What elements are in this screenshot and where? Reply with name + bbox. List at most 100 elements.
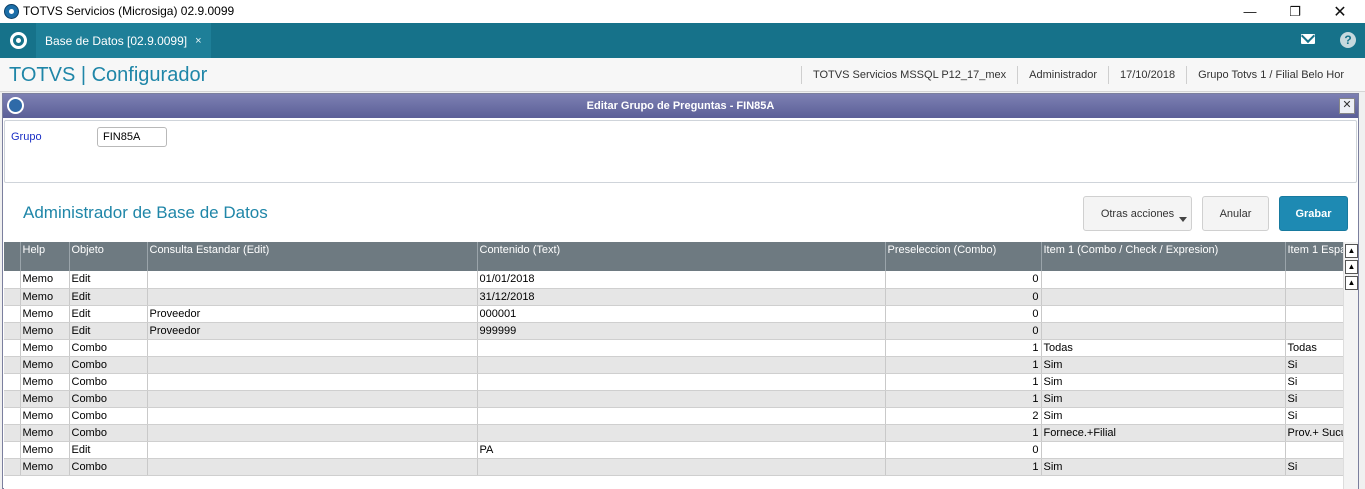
table-row[interactable]: Memo Edit PA 0 (4, 441, 1343, 459)
table-row[interactable]: Memo Combo 1 Todas Todas (4, 339, 1343, 357)
table-row[interactable]: Memo Combo 1 Sim Si (4, 458, 1343, 476)
table-row[interactable]: Memo Combo 1 Sim Si (4, 373, 1343, 391)
table-cell[interactable]: Combo (69, 407, 148, 425)
table-cell[interactable] (1285, 288, 1343, 306)
scroll-page-up-icon[interactable]: ▲ (1345, 260, 1358, 274)
table-cell[interactable] (1041, 271, 1286, 289)
table-row[interactable]: Memo Combo 1 Sim Si (4, 390, 1343, 408)
table-cell[interactable] (147, 458, 478, 476)
table-cell[interactable] (147, 373, 478, 391)
table-cell[interactable]: Si (1285, 390, 1343, 408)
scroll-top-icon[interactable]: ▲ (1345, 244, 1358, 258)
table-cell[interactable] (477, 390, 886, 408)
table-cell[interactable]: Sim (1041, 373, 1286, 391)
table-cell[interactable]: Memo (20, 271, 70, 289)
window-close-button[interactable]: ✕ (1317, 0, 1363, 23)
table-cell[interactable]: Si (1285, 373, 1343, 391)
table-cell[interactable]: 1 (885, 424, 1042, 442)
table-row[interactable]: Memo Edit 01/01/2018 0 (4, 271, 1343, 289)
otras-acciones-button[interactable]: Otras acciones (1083, 196, 1192, 231)
table-cell[interactable]: 1 (885, 356, 1042, 374)
totvs-logo-icon[interactable] (10, 32, 27, 49)
table-cell[interactable]: 0 (885, 441, 1042, 459)
column-header[interactable]: Preseleccion (Combo) (885, 242, 1042, 271)
column-header[interactable]: Objeto (69, 242, 148, 271)
table-row[interactable]: Memo Edit Proveedor 999999 0 (4, 322, 1343, 340)
table-cell[interactable]: 2 (885, 407, 1042, 425)
table-cell[interactable]: Combo (69, 356, 148, 374)
row-selector[interactable] (4, 441, 21, 459)
table-cell[interactable]: Combo (69, 458, 148, 476)
table-cell[interactable]: Memo (20, 288, 70, 306)
table-cell[interactable]: 0 (885, 271, 1042, 289)
table-row[interactable]: Memo Combo 2 Sim Si (4, 407, 1343, 425)
table-row[interactable]: Memo Edit Proveedor 000001 0 (4, 305, 1343, 323)
column-header[interactable]: Consulta Estandar (Edit) (147, 242, 478, 271)
table-cell[interactable]: Prov.+ Sucu (1285, 424, 1343, 442)
table-cell[interactable]: 999999 (477, 322, 886, 340)
table-cell[interactable]: Combo (69, 373, 148, 391)
table-cell[interactable]: Memo (20, 322, 70, 340)
row-selector[interactable] (4, 322, 21, 340)
table-row[interactable]: Memo Combo 1 Sim Si (4, 356, 1343, 374)
table-cell[interactable] (477, 339, 886, 357)
table-cell[interactable]: Sim (1041, 356, 1286, 374)
anular-button[interactable]: Anular (1202, 196, 1269, 231)
table-cell[interactable] (1041, 305, 1286, 323)
table-cell[interactable] (477, 373, 886, 391)
table-cell[interactable]: Memo (20, 407, 70, 425)
table-cell[interactable] (147, 339, 478, 357)
table-cell[interactable] (477, 424, 886, 442)
table-cell[interactable]: PA (477, 441, 886, 459)
table-cell[interactable]: Edit (69, 441, 148, 459)
row-selector[interactable] (4, 271, 21, 289)
table-cell[interactable]: 000001 (477, 305, 886, 323)
table-cell[interactable] (477, 458, 886, 476)
row-selector[interactable] (4, 390, 21, 408)
table-cell[interactable] (147, 390, 478, 408)
table-cell[interactable]: 1 (885, 458, 1042, 476)
grupo-field[interactable]: FIN85A (97, 127, 167, 147)
table-cell[interactable] (147, 407, 478, 425)
table-cell[interactable]: Todas (1041, 339, 1286, 357)
table-row[interactable]: Memo Edit 31/12/2018 0 (4, 288, 1343, 306)
table-cell[interactable]: Sim (1041, 390, 1286, 408)
row-selector[interactable] (4, 373, 21, 391)
row-selector[interactable] (4, 356, 21, 374)
scroll-up-icon[interactable]: ▲ (1345, 276, 1358, 290)
table-cell[interactable]: Memo (20, 458, 70, 476)
dialog-close-button[interactable]: ✕ (1339, 98, 1355, 114)
table-cell[interactable]: Fornece.+Filial (1041, 424, 1286, 442)
table-cell[interactable] (147, 288, 478, 306)
maximize-button[interactable]: ❐ (1272, 0, 1318, 23)
mail-icon[interactable] (1301, 34, 1315, 44)
table-cell[interactable]: 1 (885, 390, 1042, 408)
table-cell[interactable]: Edit (69, 271, 148, 289)
table-cell[interactable]: 1 (885, 373, 1042, 391)
row-selector[interactable] (4, 305, 21, 323)
table-cell[interactable]: Sim (1041, 458, 1286, 476)
row-selector[interactable] (4, 407, 21, 425)
table-cell[interactable]: Si (1285, 356, 1343, 374)
minimize-button[interactable]: — (1227, 0, 1273, 23)
table-cell[interactable] (1041, 288, 1286, 306)
table-cell[interactable]: 0 (885, 322, 1042, 340)
table-cell[interactable]: Todas (1285, 339, 1343, 357)
table-cell[interactable]: Si (1285, 407, 1343, 425)
table-cell[interactable] (147, 424, 478, 442)
row-selector[interactable] (4, 339, 21, 357)
table-row[interactable]: Memo Combo 1 Fornece.+Filial Prov.+ Sucu (4, 424, 1343, 442)
table-cell[interactable]: Combo (69, 424, 148, 442)
table-cell[interactable] (1285, 441, 1343, 459)
table-cell[interactable]: Proveedor (147, 305, 478, 323)
table-cell[interactable]: 31/12/2018 (477, 288, 886, 306)
table-cell[interactable]: 1 (885, 339, 1042, 357)
row-selector[interactable] (4, 458, 21, 476)
table-cell[interactable]: Memo (20, 356, 70, 374)
column-header[interactable]: Help (20, 242, 70, 271)
table-cell[interactable]: Memo (20, 339, 70, 357)
table-cell[interactable]: Combo (69, 339, 148, 357)
tab-base-de-datos[interactable]: Base de Datos [02.9.0099] × (36, 23, 211, 58)
column-header[interactable]: Contenido (Text) (477, 242, 886, 271)
table-cell[interactable] (477, 407, 886, 425)
